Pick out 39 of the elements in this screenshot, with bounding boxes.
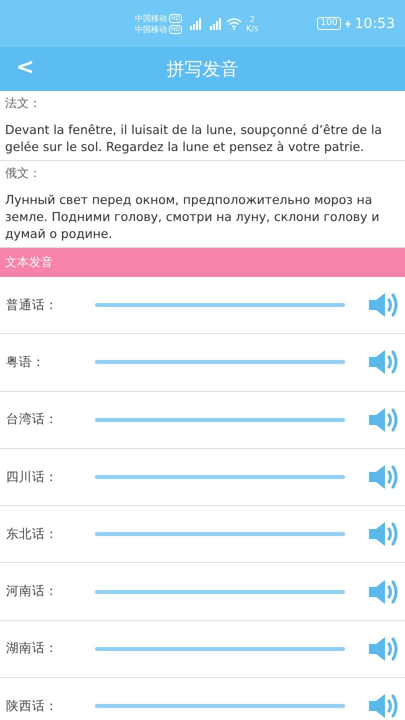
audio-seek-bar[interactable]	[95, 590, 345, 594]
speaker-icon[interactable]	[369, 578, 399, 606]
speaker-icon[interactable]	[369, 634, 399, 663]
speaker-icon[interactable]	[369, 692, 399, 720]
speaker-icon[interactable]	[369, 291, 399, 320]
language-label: 法文：	[5, 95, 42, 112]
audio-seek-bar[interactable]	[95, 704, 345, 708]
dialect-label: 四川话：	[6, 468, 59, 486]
section-header: 文本发音	[0, 248, 405, 277]
page-title: 拼写发音	[166, 58, 238, 81]
wifi-icon	[226, 18, 242, 30]
audio-seek-bar[interactable]	[95, 418, 345, 422]
battery-level: 100	[317, 17, 341, 30]
speaker-icon[interactable]	[369, 520, 399, 548]
carrier-name: 中国移动	[135, 12, 167, 24]
carrier-name: 中国移动	[135, 24, 167, 34]
clock: 10:53	[354, 16, 395, 32]
network-speed: 2	[250, 14, 255, 24]
translation-text: Лунный свет перед окном, предположительно мороз на земле. Подними голову, смотри на луну, склони голову и думай о родине.	[5, 192, 380, 243]
audio-seek-bar[interactable]	[95, 646, 345, 651]
dialect-label: 陕西话：	[6, 698, 59, 715]
audio-seek-bar[interactable]	[95, 475, 345, 480]
translation-text: Devant la fenêtre, il luisait de la lune, soupçonné d’être de la gelée sur le sol. Regardez la lune et pensez à votre patrie.	[5, 122, 383, 156]
dialect-label: 普通话：	[6, 296, 59, 314]
dialect-label: 湖南话：	[6, 640, 59, 658]
back-button[interactable]: <	[10, 55, 40, 80]
dialect-label: 东北话：	[6, 526, 59, 543]
audio-seek-bar[interactable]	[95, 360, 345, 364]
dialect-label: 台湾话：	[6, 411, 59, 428]
language-label: 俄文：	[5, 165, 42, 182]
speaker-icon[interactable]	[369, 348, 399, 376]
charging-icon	[344, 18, 351, 28]
speaker-icon[interactable]	[369, 463, 399, 492]
dialect-label: 河南话：	[6, 583, 59, 600]
audio-seek-bar[interactable]	[95, 532, 345, 536]
speaker-icon[interactable]	[369, 406, 399, 434]
dialect-label: 粤语：	[6, 354, 46, 371]
network-speed: K/s	[246, 24, 258, 32]
audio-seek-bar[interactable]	[95, 303, 345, 308]
